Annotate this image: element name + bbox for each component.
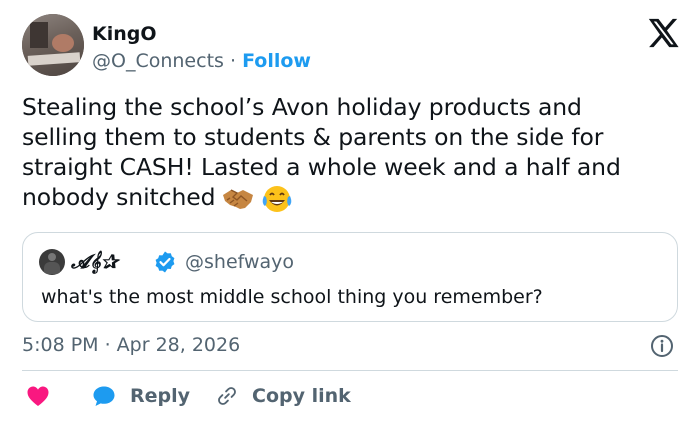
quoted-tweet-text: what's the most middle school thing you … xyxy=(41,286,543,308)
tweet-timestamp[interactable]: 5:08 PM · Apr 28, 2026 xyxy=(22,332,240,358)
author-name[interactable]: KingO xyxy=(92,22,157,46)
follow-button[interactable]: Follow xyxy=(242,50,311,72)
tears-of-joy-emoji-icon xyxy=(263,185,292,212)
tweet-header: KingO @O_Connects · Follow xyxy=(22,14,682,78)
like-heart-icon[interactable] xyxy=(26,385,50,407)
separator-dot: · xyxy=(229,50,237,72)
author-handle-line: @O_Connects · Follow xyxy=(92,49,311,73)
x-logo-icon[interactable] xyxy=(646,16,680,50)
reply-bubble-icon[interactable] xyxy=(92,385,116,407)
verified-badge-icon xyxy=(155,251,175,273)
action-bar: Reply Copy link xyxy=(22,380,682,412)
reply-button[interactable]: Reply xyxy=(130,383,190,409)
handshake-emoji-icon xyxy=(223,188,254,209)
tweet-text-line-last: nobody snitched xyxy=(22,182,687,214)
tweet-text-line: selling them to students & parents on th… xyxy=(22,123,604,151)
author-avatar[interactable] xyxy=(22,14,84,76)
info-icon[interactable] xyxy=(650,334,674,358)
quoted-author-name: 𝓐𝄞✰ xyxy=(71,251,119,273)
tweet-text-line: straight CASH! Lasted a whole week and a… xyxy=(22,153,621,181)
tweet-text: Stealing the school’s Avon holiday produ… xyxy=(22,92,687,214)
author-handle[interactable]: @O_Connects xyxy=(92,50,224,72)
copy-link-button[interactable]: Copy link xyxy=(252,383,351,409)
quoted-author-handle: @shefwayo xyxy=(185,251,295,273)
quoted-author-avatar xyxy=(39,249,65,275)
tweet-text-line: nobody snitched xyxy=(22,183,216,211)
link-icon[interactable] xyxy=(216,385,238,407)
quoted-tweet[interactable]: 𝓐𝄞✰ @shefwayo what's the most middle sch… xyxy=(22,232,678,322)
divider xyxy=(22,370,678,371)
tweet-text-line: Stealing the school’s Avon holiday produ… xyxy=(22,93,582,121)
